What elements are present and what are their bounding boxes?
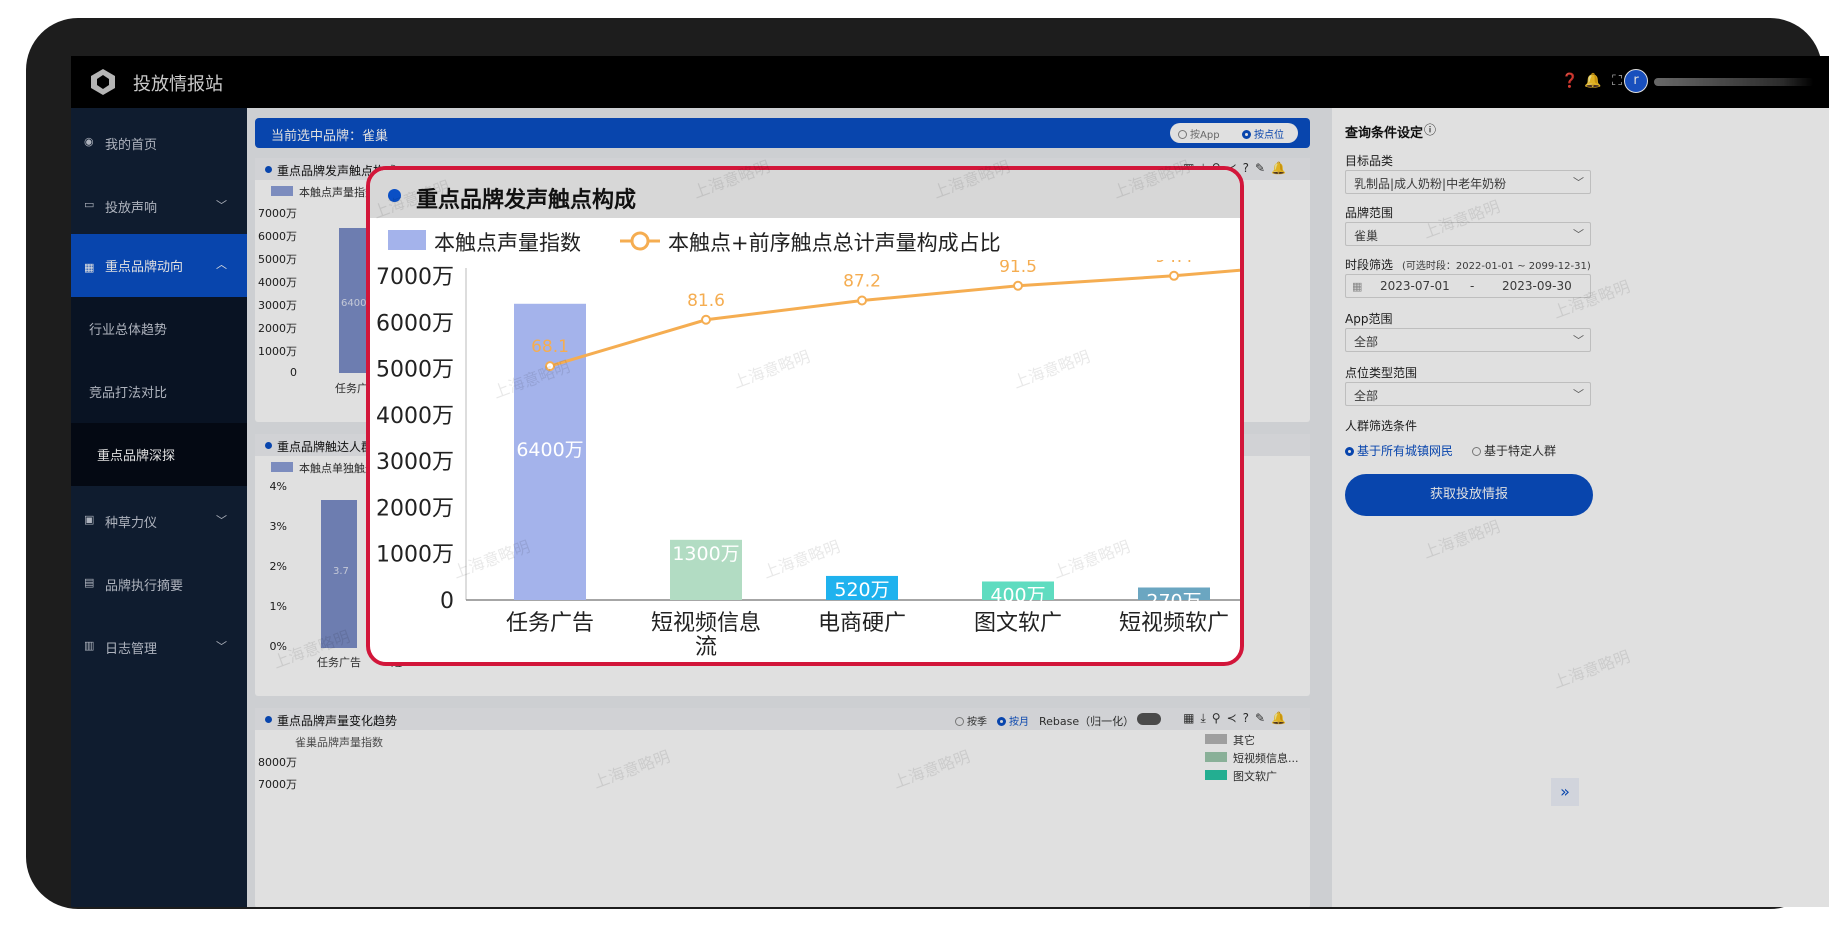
app-screen: 投放情报站 ❓ 🔔 ⛶ r ◉ 我的首页 ▭ 投放声响 ﹀ ▦ 重点品牌动向 ︿… xyxy=(71,56,1829,907)
bar-value-label: 6400万 xyxy=(516,439,583,461)
y-tick-label: 3000万 xyxy=(376,450,454,475)
line-value-label: 87.2 xyxy=(843,272,881,292)
y-tick-label: 4000万 xyxy=(376,404,454,429)
y-tick-label: 0 xyxy=(440,589,454,614)
line-series xyxy=(549,268,1240,368)
line-point[interactable] xyxy=(857,295,867,306)
bar-value-label: 1300万 xyxy=(672,543,739,565)
legend-line-swatch xyxy=(620,231,660,251)
x-tick-label-wrap: 流 xyxy=(695,635,717,660)
legend-bar-swatch xyxy=(388,230,426,250)
line-value-label: 94.4 xyxy=(1155,260,1193,267)
bar-value-label: 270万 xyxy=(1146,591,1201,613)
legend-line-label[interactable]: 本触点+前序触点总计声量构成占比 xyxy=(668,227,1001,257)
line-point[interactable] xyxy=(701,314,711,325)
y-tick-label: 2000万 xyxy=(376,496,454,521)
x-tick-label: 短视频信息 xyxy=(651,611,761,636)
line-point[interactable] xyxy=(1013,280,1023,291)
bar-value-label: 400万 xyxy=(990,584,1045,606)
line-value-label: 91.5 xyxy=(999,260,1037,277)
zoom-header: 重点品牌发声触点构成 xyxy=(370,170,1240,218)
x-tick-label: 任务广告 xyxy=(506,611,594,636)
x-tick-label: 图文软广 xyxy=(974,611,1062,636)
zoomed-chart-callout: 重点品牌发声触点构成 本触点声量指数 本触点+前序触点总计声量构成占比 7000… xyxy=(366,166,1244,666)
y-tick-label: 6000万 xyxy=(376,311,454,336)
x-tick-label: 电商硬广 xyxy=(818,611,906,636)
y-tick-label: 1000万 xyxy=(376,543,454,568)
device-frame: 投放情报站 ❓ 🔔 ⛶ r ◉ 我的首页 ▭ 投放声响 ﹀ ▦ 重点品牌动向 ︿… xyxy=(26,18,1829,909)
zoom-chart-canvas: 7000万 6000万 5000万 4000万 3000万 2000万 1000万 0 6400… xyxy=(376,260,1240,660)
line-value-label: 81.6 xyxy=(687,291,725,311)
bar-value-label: 520万 xyxy=(834,579,889,601)
y-tick-label: 7000万 xyxy=(376,265,454,290)
x-tick-label: 短视频软广 xyxy=(1119,611,1229,636)
y-tick-label: 5000万 xyxy=(376,358,454,383)
legend-bar-label[interactable]: 本触点声量指数 xyxy=(434,227,581,257)
line-point[interactable] xyxy=(1169,270,1179,281)
